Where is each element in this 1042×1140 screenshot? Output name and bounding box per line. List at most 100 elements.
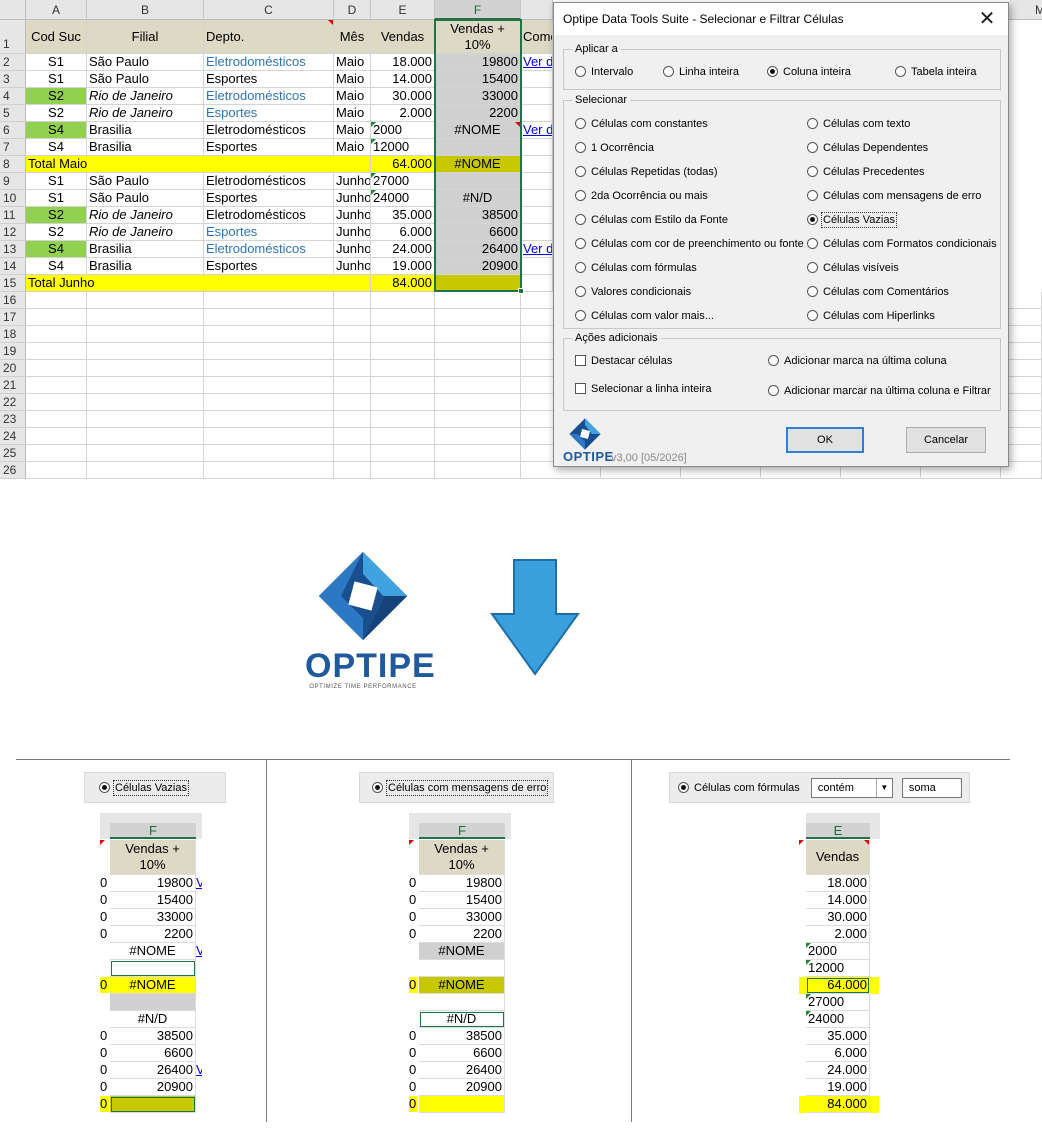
radio-select-left[interactable]: Células com constantes [575,117,708,131]
cell-c-12[interactable]: Esportes [204,224,334,241]
cell-e-13[interactable]: 24.000 [371,241,435,258]
cell-a-7[interactable]: S4 [26,139,87,156]
mini-cell[interactable] [110,1096,196,1113]
cell-e-8[interactable]: 64.000 [371,156,435,173]
row-header[interactable]: 21 [0,377,26,394]
cell-f-3[interactable]: 15400 [435,71,521,88]
empty-cell[interactable] [26,445,87,462]
mini-cell[interactable]: #NOME [110,977,196,994]
empty-cell[interactable] [334,326,371,343]
ok-button[interactable]: OK [786,427,864,453]
mini-cell[interactable]: 19800 [110,875,196,892]
radio-select-left[interactable]: Células com Estilo da Fonte [575,213,728,227]
cell-b-7[interactable]: Brasilia [87,139,204,156]
mini-cell[interactable]: #NOME [419,977,505,994]
mini-cell[interactable] [419,960,505,977]
cell-c-3[interactable]: Esportes [204,71,334,88]
mini-cell[interactable]: 18.000 [806,875,870,892]
mini-cell[interactable]: 24.000 [806,1062,870,1079]
empty-cell[interactable] [371,343,435,360]
cell-e-15[interactable]: 84.000 [371,275,435,292]
mini-cell[interactable]: 2200 [419,926,505,943]
empty-cell[interactable] [435,428,521,445]
radio-adicionar-marca[interactable]: Adicionar marca na última coluna [768,354,947,368]
empty-cell[interactable] [204,292,334,309]
empty-cell[interactable] [87,462,204,479]
empty-cell[interactable] [87,428,204,445]
cell-a-5[interactable]: S2 [26,105,87,122]
column-header-c[interactable]: C [204,0,334,20]
cell-b-6[interactable]: Brasilia [87,122,204,139]
header-comentarios[interactable]: Come [521,20,553,54]
cell-g-8[interactable] [521,156,553,173]
mini-cell[interactable]: 6600 [110,1045,196,1062]
mini-header[interactable]: Vendas + 10% [419,840,505,875]
empty-cell[interactable] [435,411,521,428]
mini-cell[interactable] [419,1096,505,1113]
cell-e-11[interactable]: 35.000 [371,207,435,224]
column-header-b[interactable]: B [87,0,204,20]
cell-g-12[interactable] [521,224,553,241]
cell-g-6[interactable]: Ver d [521,122,553,139]
mini-cell[interactable]: #NOME [419,943,505,960]
mini-cell[interactable] [419,994,505,1011]
cell-b-11[interactable]: Rio de Janeiro [87,207,204,224]
cell-a-8[interactable]: Total Maio [26,156,371,173]
mini-cell[interactable]: 33000 [110,909,196,926]
cell-b-5[interactable]: Rio de Janeiro [87,105,204,122]
radio-select-right[interactable]: Células Precedentes [807,165,925,179]
cell-f-14[interactable]: 20900 [435,258,521,275]
empty-cell[interactable] [435,309,521,326]
empty-cell[interactable] [204,377,334,394]
radio-select-right[interactable]: Células visíveis [807,261,899,275]
empty-cell[interactable] [435,445,521,462]
cell-b-2[interactable]: São Paulo [87,54,204,71]
cell-e-12[interactable]: 6.000 [371,224,435,241]
cell-g-14[interactable] [521,258,553,275]
row-header[interactable]: 24 [0,428,26,445]
cell-d-12[interactable]: Junho [334,224,371,241]
cell-f-8[interactable]: #NOME [435,156,521,173]
cell-a-9[interactable]: S1 [26,173,87,190]
empty-cell[interactable] [26,377,87,394]
cell-a-11[interactable]: S2 [26,207,87,224]
empty-cell[interactable] [334,445,371,462]
cell-e-3[interactable]: 14.000 [371,71,435,88]
empty-cell[interactable] [435,326,521,343]
mini-cell[interactable]: 27000 [806,994,870,1011]
mini-cell[interactable]: 24000 [806,1011,870,1028]
check-destacar-celulas[interactable]: Destacar células [575,354,672,368]
row-header[interactable]: 18 [0,326,26,343]
cell-c-13[interactable]: Eletrodomésticos [204,241,334,258]
empty-cell[interactable] [87,326,204,343]
cell-f-4[interactable]: 33000 [435,88,521,105]
empty-cell[interactable] [204,309,334,326]
cell-d-2[interactable]: Maio [334,54,371,71]
cell-g-9[interactable] [521,173,553,190]
panel3-text-input[interactable]: soma [901,778,962,799]
cell-f-15[interactable] [435,275,521,292]
radio-select-left[interactable]: 2da Ocorrência ou mais [575,189,708,203]
empty-cell[interactable] [204,462,334,479]
empty-cell[interactable] [334,292,371,309]
cell-e-6[interactable]: 2000 [371,122,435,139]
mini-cell[interactable]: 35.000 [806,1028,870,1045]
cell-g-3[interactable] [521,71,553,88]
cell-c-11[interactable]: Eletrodomésticos [204,207,334,224]
mini-cell[interactable]: 26400 [110,1062,196,1079]
empty-cell[interactable] [87,292,204,309]
cell-c-9[interactable]: Eletrodomésticos [204,173,334,190]
cell-c-7[interactable]: Esportes [204,139,334,156]
cell-c-4[interactable]: Eletrodomésticos [204,88,334,105]
empty-cell[interactable] [87,360,204,377]
column-header-a[interactable]: A [26,0,87,20]
cell-g-10[interactable] [521,190,553,207]
column-header-f[interactable]: F [435,0,521,20]
header-mes[interactable]: Mês [334,20,371,54]
cell-d-10[interactable]: Junho [334,190,371,207]
row-header[interactable]: 13 [0,241,26,258]
empty-cell[interactable] [371,428,435,445]
cell-d-11[interactable]: Junho [334,207,371,224]
empty-cell[interactable] [26,309,87,326]
empty-cell[interactable] [26,394,87,411]
